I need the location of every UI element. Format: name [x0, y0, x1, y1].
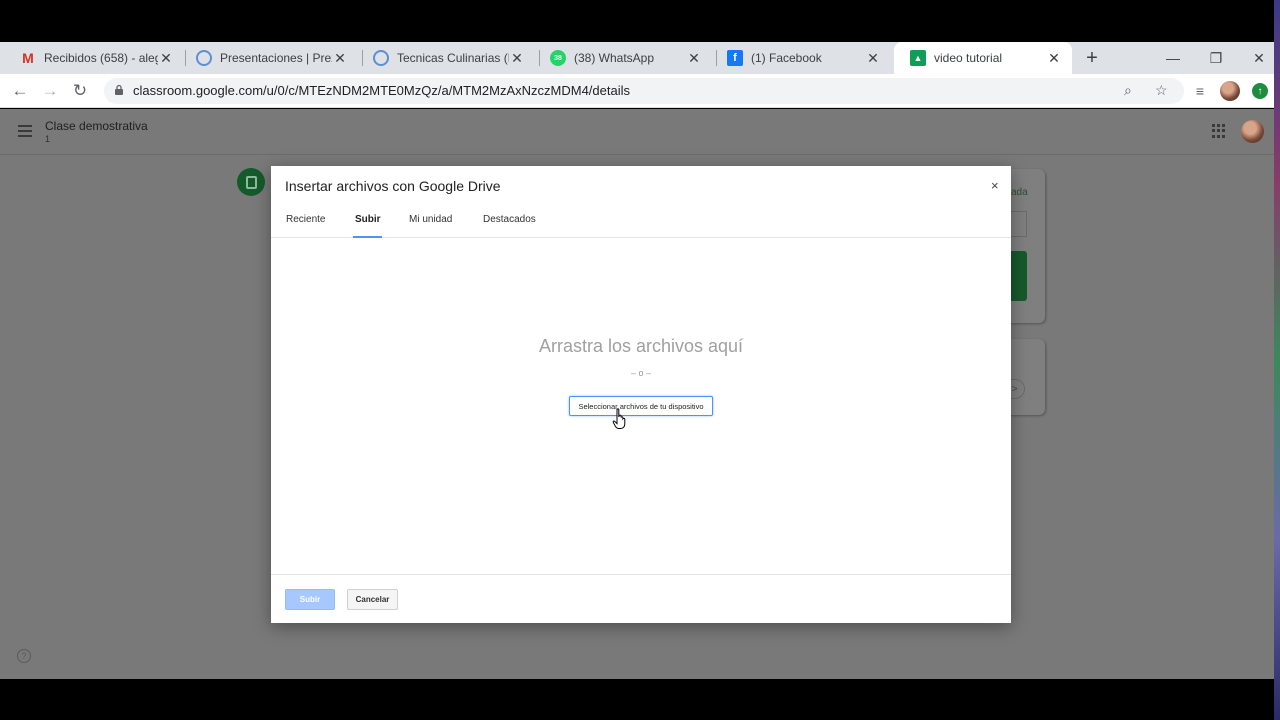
tab-title: Presentaciones | Prezi: [220, 51, 332, 65]
menu-icon[interactable]: [18, 125, 32, 137]
tab-strip: M Recibidos (658) - alegd ✕ Presentacion…: [0, 42, 1274, 74]
prezi-icon: [373, 50, 389, 66]
lock-icon: [115, 84, 123, 95]
tab-reciente[interactable]: Reciente: [286, 214, 325, 225]
tab-title: Tecnicas Culinarias (Mo: [397, 51, 509, 65]
upload-button[interactable]: Subir: [285, 589, 335, 610]
close-icon[interactable]: ✕: [1046, 50, 1062, 67]
profile-avatar[interactable]: [1220, 81, 1240, 101]
zoom-icon[interactable]: ⌕: [1124, 82, 1132, 99]
drive-picker-dialog: Insertar archivos con Google Drive × Rec…: [271, 166, 1011, 623]
close-icon[interactable]: ✕: [158, 50, 174, 67]
screen: M Recibidos (658) - alegd ✕ Presentacion…: [0, 0, 1280, 720]
tab-subir[interactable]: Subir: [355, 214, 381, 225]
close-icon[interactable]: ✕: [686, 50, 702, 67]
forward-button[interactable]: →: [38, 79, 62, 103]
or-separator: – o –: [630, 368, 652, 378]
class-section: 1: [45, 134, 51, 144]
tab-prezi[interactable]: Presentaciones | Prezi ✕: [180, 42, 358, 74]
tab-tecnicas[interactable]: Tecnicas Culinarias (Mo ✕: [357, 42, 535, 74]
help-icon[interactable]: ?: [17, 649, 31, 663]
facebook-icon: f: [727, 50, 743, 66]
tab-facebook[interactable]: f (1) Facebook ✕: [711, 42, 891, 74]
restore-button[interactable]: ❐: [1196, 42, 1236, 74]
window-close-button[interactable]: ✕: [1239, 42, 1279, 74]
account-avatar[interactable]: [1241, 120, 1264, 143]
active-tab-indicator: [353, 236, 382, 238]
comments-card: >: [1005, 339, 1045, 415]
dialog-footer: Subir Cancelar: [271, 574, 1011, 623]
tab-title: (38) WhatsApp: [574, 51, 655, 65]
back-button[interactable]: ←: [8, 79, 32, 103]
cancel-button[interactable]: Cancelar: [347, 589, 398, 610]
reload-button[interactable]: ↻: [68, 79, 92, 103]
tab-whatsapp[interactable]: 38 (38) WhatsApp ✕: [534, 42, 712, 74]
tab-mi-unidad[interactable]: Mi unidad: [409, 214, 452, 225]
close-icon[interactable]: ✕: [332, 50, 348, 67]
class-title[interactable]: Clase demostrativa: [45, 119, 148, 133]
close-icon[interactable]: ×: [991, 178, 999, 193]
apps-grid-icon[interactable]: [1212, 124, 1226, 138]
screen-edge-artifact: [1274, 0, 1280, 720]
tab-title: (1) Facebook: [751, 51, 822, 65]
dialog-title: Insertar archivos con Google Drive: [285, 178, 501, 194]
hand-cursor-icon: [612, 408, 626, 429]
update-icon[interactable]: ↑: [1252, 83, 1268, 99]
media-control-icon[interactable]: ≡: [1188, 79, 1212, 103]
whatsapp-icon: 38: [550, 50, 566, 66]
prezi-icon: [196, 50, 212, 66]
tab-video-tutorial[interactable]: ▲ video tutorial ✕: [894, 42, 1072, 74]
drop-zone-text: Arrastra los archivos aquí: [538, 336, 744, 356]
card-status-text: ada: [1011, 187, 1028, 198]
address-bar[interactable]: classroom.google.com/u/0/c/MTEzNDM2MTE0M…: [104, 78, 1184, 104]
tab-title: Recibidos (658) - alegd: [44, 51, 158, 65]
new-tab-button[interactable]: +: [1082, 42, 1102, 74]
classroom-icon: ▲: [910, 50, 926, 66]
dialog-tabs: Reciente Subir Mi unidad Destacados: [271, 206, 1011, 238]
tab-gmail[interactable]: M Recibidos (658) - alegd ✕: [4, 42, 184, 74]
select-files-button[interactable]: Seleccionar archivos de tu dispositivo: [569, 396, 713, 416]
gmail-icon: M: [22, 50, 34, 66]
tab-destacados[interactable]: Destacados: [483, 214, 536, 225]
tab-title: video tutorial: [934, 51, 1003, 65]
url-text: classroom.google.com/u/0/c/MTEzNDM2MTE0M…: [133, 83, 630, 98]
minimize-button[interactable]: —: [1153, 42, 1193, 74]
close-icon[interactable]: ✕: [509, 50, 525, 67]
assignment-icon: [237, 168, 265, 196]
your-work-card: ada: [1005, 169, 1045, 323]
classroom-header: Clase demostrativa 1: [0, 109, 1274, 155]
browser-toolbar: ← → ↻ classroom.google.com/u/0/c/MTEzNDM…: [0, 74, 1274, 108]
close-icon[interactable]: ✕: [865, 50, 881, 67]
bookmark-star-icon[interactable]: ☆: [1155, 82, 1168, 99]
